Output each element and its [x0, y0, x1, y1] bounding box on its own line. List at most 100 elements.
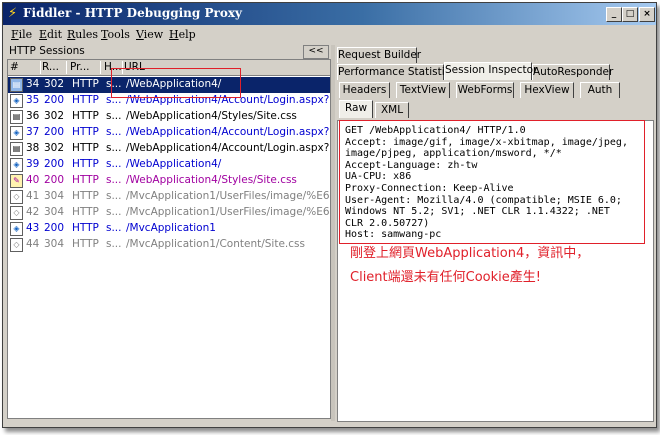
page-icon: ▤	[10, 142, 23, 156]
table-row[interactable]: ◇ 41 304 HTTP s... /MvcApplication1/UserFiles…	[8, 189, 330, 205]
close-button[interactable]: ×	[639, 7, 655, 22]
session-host: s...	[106, 142, 122, 154]
tab-headers[interactable]: Headers	[339, 82, 390, 98]
session-result: 302	[44, 78, 65, 90]
session-number: 34	[26, 78, 40, 90]
table-row[interactable]: ◇ 42 304 HTTP s... /MvcApplication1/UserFiles…	[8, 205, 330, 221]
menu-view[interactable]: View	[136, 28, 163, 41]
html-icon: ◈	[10, 158, 23, 172]
table-row[interactable]: ◈ 37 200 HTTP s... /WebApplication4/Account/L…	[8, 125, 330, 141]
tab-textview[interactable]: TextView	[396, 82, 450, 98]
sessions-label: HTTP Sessions	[9, 45, 85, 57]
page-icon: ▤	[10, 78, 23, 92]
session-url: /WebApplication4/	[126, 158, 222, 170]
tab-autoresponder[interactable]: AutoResponder	[532, 64, 613, 80]
session-result: 304	[44, 206, 65, 218]
session-number: 38	[26, 142, 40, 154]
html-icon: ◈	[10, 222, 23, 236]
session-result: 200	[44, 158, 65, 170]
request-highlight-box	[339, 120, 645, 244]
tab-auth[interactable]: Auth	[580, 82, 620, 98]
session-protocol: HTTP	[72, 238, 99, 250]
session-host: s...	[106, 190, 122, 202]
column-protocol[interactable]: Pr...	[70, 61, 101, 74]
tab-raw[interactable]: Raw	[339, 100, 373, 118]
session-result: 302	[44, 142, 65, 154]
tab-xml[interactable]: XML	[375, 102, 409, 118]
annotation-line-2: Client端還未有任何Cookie產生!	[350, 270, 541, 285]
column-result[interactable]: R...	[42, 61, 67, 74]
tab-performance-statistics[interactable]: Performance Statistics	[337, 64, 456, 80]
collapse-button[interactable]: <<	[303, 45, 329, 59]
session-number: 39	[26, 158, 40, 170]
session-url: /WebApplication4/Account/Login.aspx?Retu…	[126, 126, 330, 138]
session-host: s...	[106, 238, 122, 250]
session-number: 44	[26, 238, 40, 250]
fiddler-logo-icon: ⚡	[8, 6, 18, 21]
session-url: /WebApplication4/Styles/Site.css	[126, 110, 297, 122]
minimize-button[interactable]: _	[606, 7, 622, 22]
session-number: 41	[26, 190, 40, 202]
session-host: s...	[106, 110, 122, 122]
session-protocol: HTTP	[72, 110, 99, 122]
highlight-box	[111, 68, 241, 98]
session-protocol: HTTP	[72, 78, 99, 90]
session-number: 42	[26, 206, 40, 218]
session-protocol: HTTP	[72, 126, 99, 138]
session-result: 302	[44, 110, 65, 122]
pane-splitter[interactable]	[331, 45, 335, 421]
table-row[interactable]: ◈ 39 200 HTTP s... /WebApplication4/	[8, 157, 330, 173]
session-result: 200	[44, 126, 65, 138]
session-url: /WebApplication4/Styles/Site.css	[126, 174, 297, 186]
tab-session-inspector[interactable]: Session Inspector	[444, 62, 537, 80]
menu-tools[interactable]: Tools	[101, 28, 130, 41]
fiddler-window: ⚡ Fiddler - HTTP Debugging Proxy _ □ × F…	[2, 2, 657, 428]
session-protocol: HTTP	[72, 142, 99, 154]
session-host: s...	[106, 174, 122, 186]
menu-help[interactable]: Help	[169, 28, 196, 41]
table-row[interactable]: ▤ 36 302 HTTP s... /WebApplication4/Styles/Si…	[8, 109, 330, 125]
session-number: 37	[26, 126, 40, 138]
session-result: 304	[44, 190, 65, 202]
session-host: s...	[106, 206, 122, 218]
session-number: 43	[26, 222, 40, 234]
sessions-list[interactable]: # R... Pr... H... URL ▤ 34 302 HTTP s.../Web…	[7, 59, 331, 419]
menu-edit[interactable]: Edit	[39, 28, 62, 41]
maximize-button[interactable]: □	[622, 7, 638, 22]
session-result: 304	[44, 238, 65, 250]
session-url: /MvcApplication1/UserFiles/image/%E6%93%	[126, 206, 330, 218]
session-url: /MvcApplication1	[126, 222, 216, 234]
session-result: 200	[44, 174, 65, 186]
session-result: 200	[44, 94, 65, 106]
session-number: 40	[26, 174, 40, 186]
session-number: 35	[26, 94, 40, 106]
css-icon: ✎	[10, 174, 23, 188]
table-row[interactable]: ✎ 40 200 HTTP s... /WebApplication4/Styles/Si…	[8, 173, 330, 189]
annotation-line-1: 剛登上網頁WebApplication4，資訊中，	[350, 246, 590, 261]
session-url: /MvcApplication1/UserFiles/image/%E6%93%	[126, 190, 330, 202]
table-row[interactable]: ▤ 38 302 HTTP s... /WebApplication4/Account/L…	[8, 141, 330, 157]
title-bar: ⚡ Fiddler - HTTP Debugging Proxy _ □ ×	[3, 3, 656, 25]
session-number: 36	[26, 110, 40, 122]
cached-icon: ◇	[10, 238, 23, 252]
session-protocol: HTTP	[72, 94, 99, 106]
menu-bar: File Edit Rules Tools View Help	[3, 26, 656, 44]
table-row[interactable]: ◈ 43 200 HTTP s... /MvcApplication1	[8, 221, 330, 237]
html-icon: ◈	[10, 94, 23, 108]
table-row[interactable]: ◇ 44 304 HTTP s... /MvcApplication1/Content/S…	[8, 237, 330, 253]
session-result: 200	[44, 222, 65, 234]
menu-file[interactable]: File	[11, 28, 32, 41]
session-url: /MvcApplication1/Content/Site.css	[126, 238, 305, 250]
cached-icon: ◇	[10, 206, 23, 220]
page-icon: ▤	[10, 110, 23, 124]
tab-hexview[interactable]: HexView	[520, 82, 574, 98]
menu-rules[interactable]: Rules	[67, 28, 98, 41]
tab-request-builder[interactable]: Request Builder	[337, 47, 421, 63]
window-title: Fiddler - HTTP Debugging Proxy	[23, 6, 242, 20]
tab-webforms[interactable]: WebForms	[456, 82, 514, 98]
session-protocol: HTTP	[72, 190, 99, 202]
session-host: s...	[106, 126, 122, 138]
session-protocol: HTTP	[72, 206, 99, 218]
cached-icon: ◇	[10, 190, 23, 204]
column-number[interactable]: #	[10, 61, 41, 74]
